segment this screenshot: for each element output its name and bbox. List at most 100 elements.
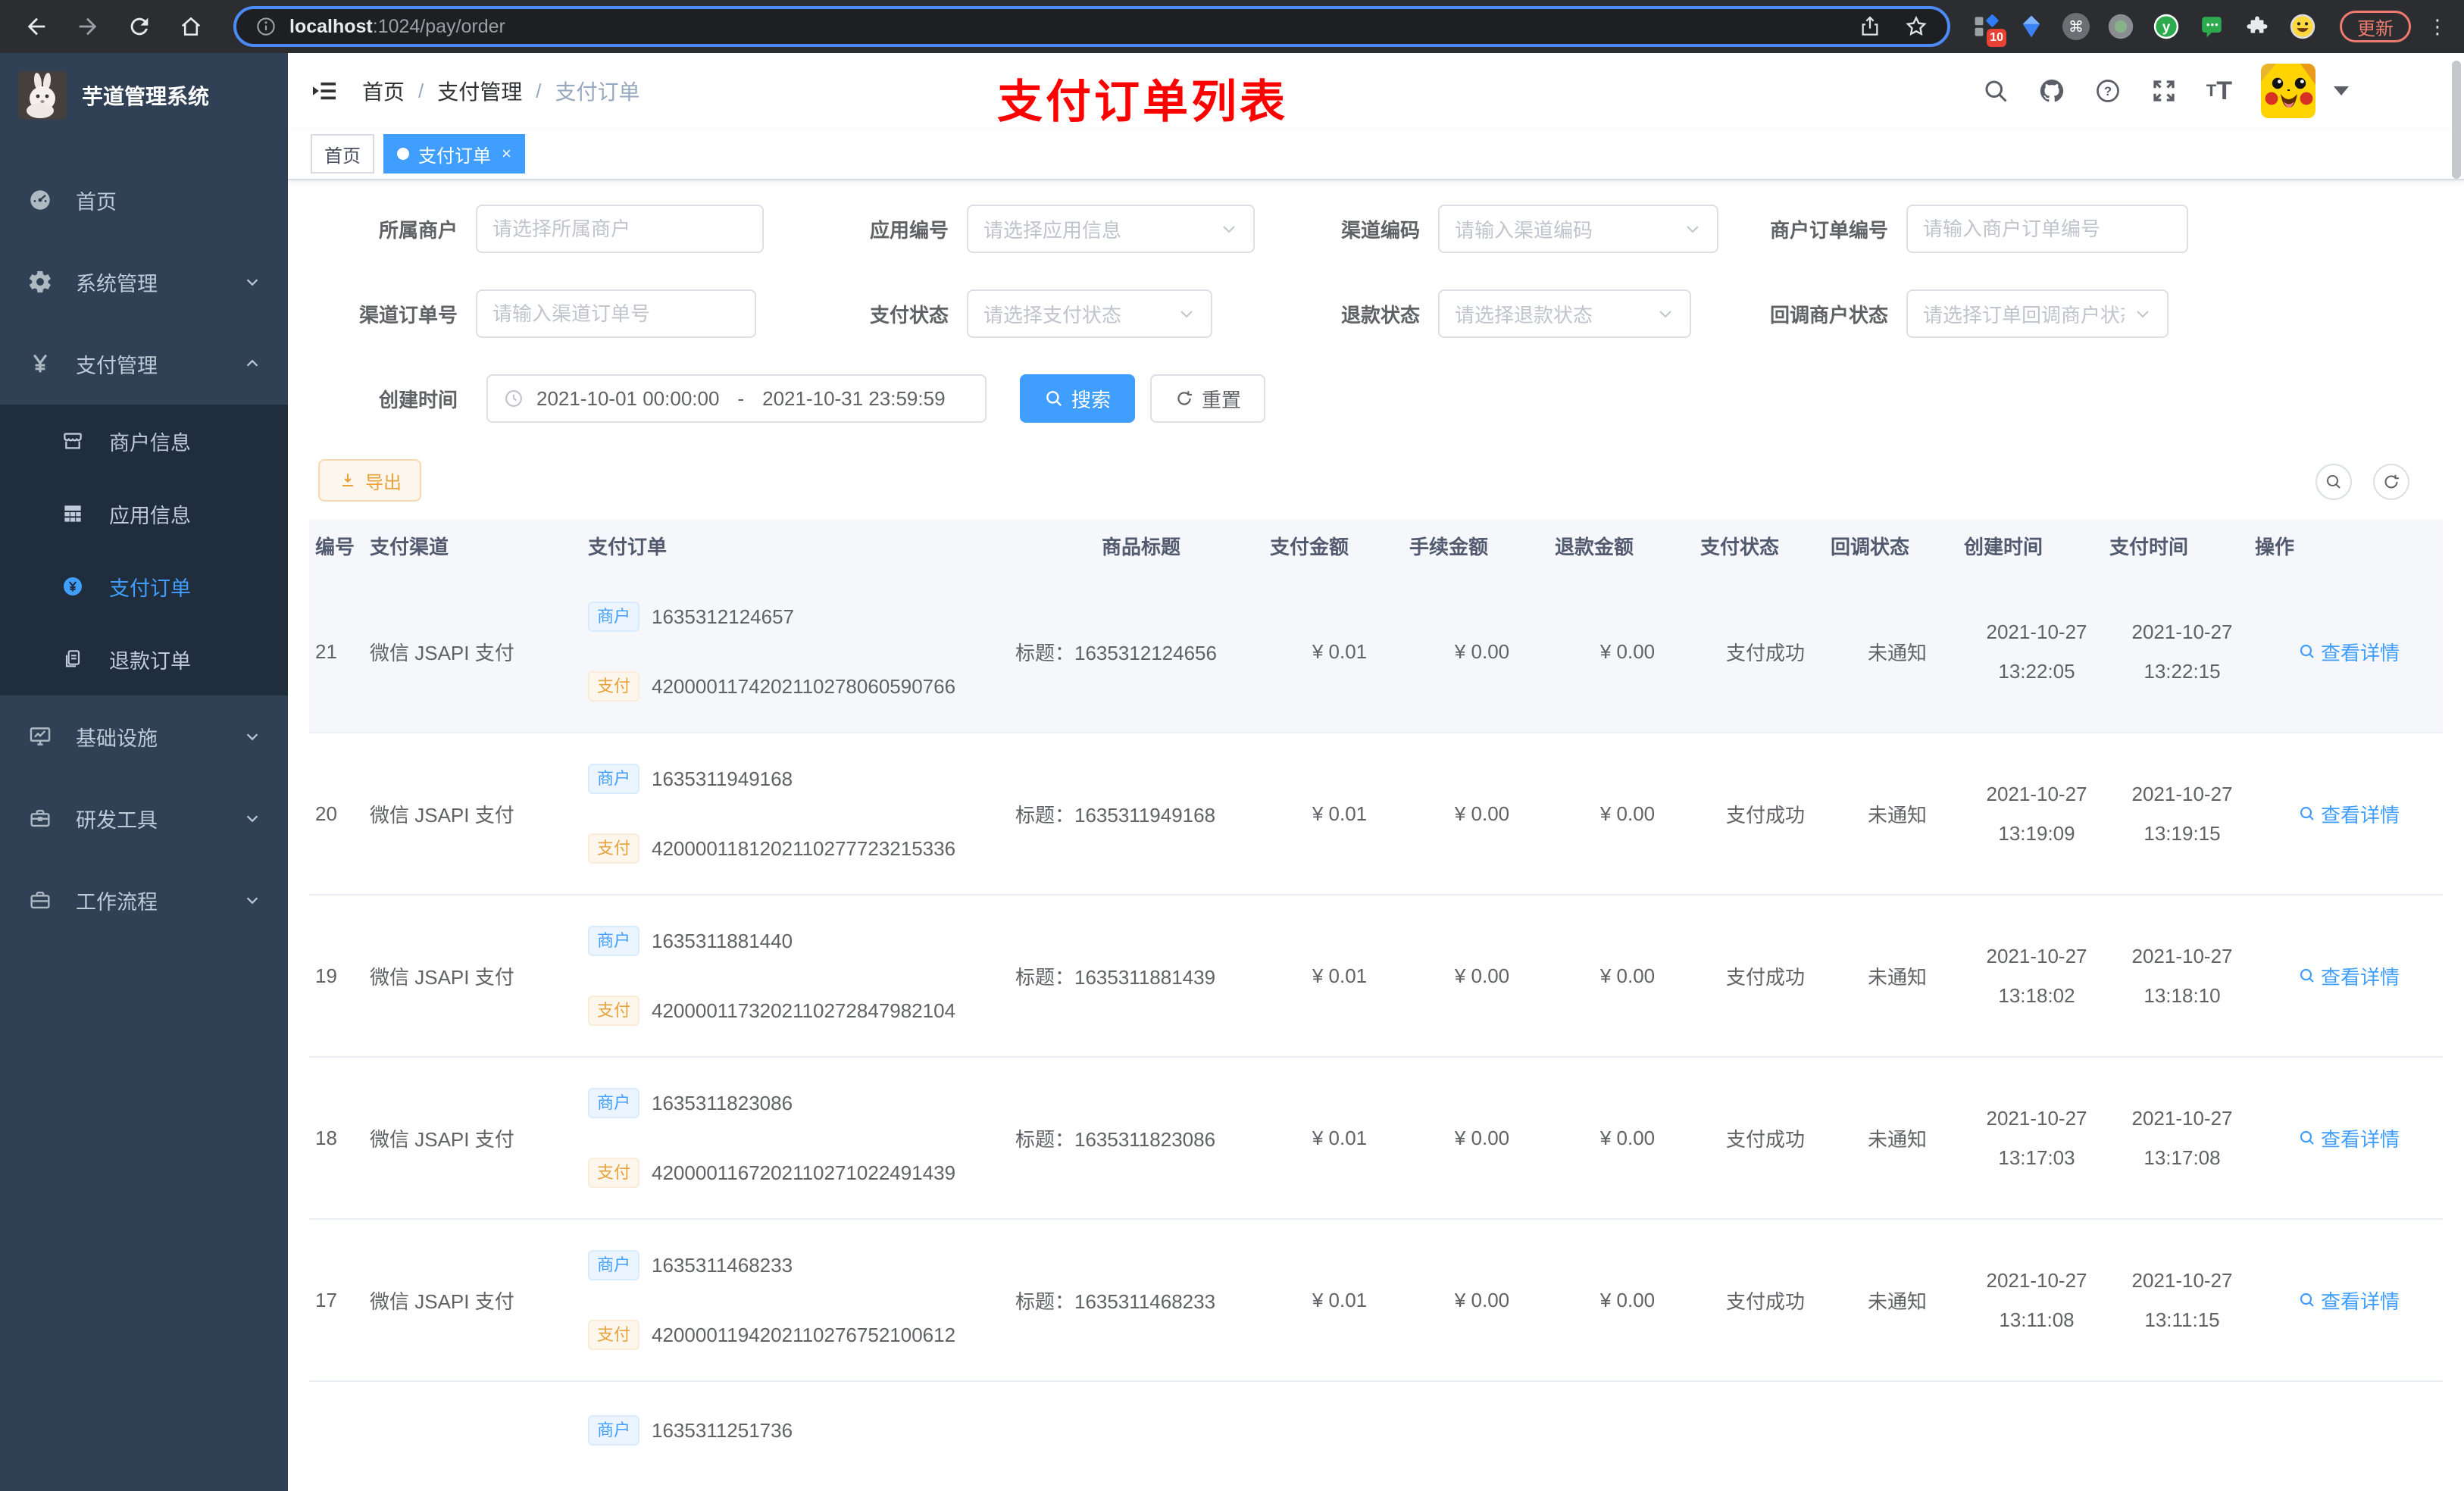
browser-reload-button[interactable]	[118, 5, 161, 48]
table-refresh-button[interactable]	[2373, 464, 2409, 500]
header-search-icon[interactable]	[1982, 77, 2009, 105]
browser-menu-icon[interactable]: ⋮	[2428, 17, 2447, 36]
view-detail-link[interactable]: 查看详情	[2298, 800, 2400, 828]
view-detail-link[interactable]: 查看详情	[2298, 638, 2400, 666]
extension-record-icon[interactable]	[2106, 12, 2135, 41]
search-button[interactable]: 搜索	[1020, 374, 1136, 423]
extension-kite-icon[interactable]	[2017, 12, 2046, 41]
tab-close-icon[interactable]: ×	[502, 145, 511, 162]
page-scrollbar[interactable]	[2452, 61, 2461, 179]
extensions-puzzle-icon[interactable]	[2243, 12, 2272, 41]
font-size-icon[interactable]: TT	[2206, 78, 2232, 104]
cell-actions: 查看详情	[2255, 733, 2443, 894]
sidebar-item-refund-order[interactable]: 退款订单	[0, 623, 288, 695]
breadcrumb-home[interactable]: 首页	[362, 76, 405, 106]
col-header-refund: 退款金额	[1555, 535, 1634, 558]
sidebar-item-infrastructure[interactable]: 基础设施	[0, 695, 288, 777]
pay-order-line: 支付 4200001167202110271022491439	[588, 1158, 1012, 1188]
extension-badge: 10	[1987, 29, 2006, 47]
callback-status-select[interactable]: 请选择订单回调商户状态	[1906, 289, 2169, 338]
view-detail-link[interactable]: 查看详情	[2298, 962, 2400, 990]
fullscreen-icon[interactable]	[2150, 77, 2178, 105]
extension-collection-icon[interactable]: 10	[1972, 12, 2006, 47]
export-button[interactable]: 导出	[318, 459, 421, 502]
browser-forward-button[interactable]	[67, 5, 109, 48]
col-header-pay-status: 支付状态	[1700, 535, 1780, 558]
search-icon	[1046, 391, 1062, 407]
extension-emoji-icon[interactable]	[2288, 12, 2317, 41]
tab-pay-order[interactable]: 支付订单 ×	[383, 134, 525, 173]
pay-tag: 支付	[588, 1320, 640, 1350]
create-time-range-picker[interactable]: 2021-10-01 00:00:00 - 2021-10-31 23:59:5…	[486, 374, 987, 423]
cell-id: 20	[315, 802, 337, 825]
filter-merchant: 所属商户	[303, 205, 764, 253]
sidebar-item-payment[interactable]: 支付管理	[0, 323, 288, 405]
breadcrumb-separator: /	[418, 79, 424, 102]
avatar-caret-icon[interactable]	[2334, 86, 2349, 95]
view-detail-link[interactable]: 查看详情	[2298, 1286, 2400, 1314]
sidebar-item-home[interactable]: 首页	[0, 159, 288, 241]
merchant-order-line: 商户 1635312124657	[588, 602, 1012, 632]
sidebar-item-merchant-info[interactable]: 商户信息	[0, 405, 288, 477]
grid-icon	[61, 502, 100, 526]
cell-pay-status: 支付成功	[1725, 641, 1805, 664]
extension-y-icon[interactable]: y	[2152, 12, 2181, 41]
merchant-tag: 商户	[588, 602, 640, 632]
search-actions: 搜索 重置	[1020, 374, 1266, 423]
sidebar-logo[interactable]: 芋道管理系统	[0, 53, 288, 138]
merchant-order-no-input[interactable]	[1906, 205, 2188, 253]
filter-channel-code: 渠道编码 请输入渠道编码	[1258, 205, 1718, 253]
app-no-select[interactable]: 请选择应用信息	[967, 205, 1255, 253]
sidebar-collapse-icon[interactable]	[288, 77, 353, 105]
breadcrumb-pay-management[interactable]: 支付管理	[437, 76, 522, 106]
sidebar-item-pay-order[interactable]: 支付订单	[0, 550, 288, 623]
sidebar-item-label: 支付订单	[109, 577, 191, 600]
sidebar-item-workflow[interactable]: 工作流程	[0, 859, 288, 941]
table-row: 20 微信 JSAPI 支付 商户 1635311949168 支付 42000…	[309, 733, 2443, 896]
cell-paid-time	[2109, 1382, 2255, 1489]
site-info-icon[interactable]	[255, 15, 277, 38]
browser-update-button[interactable]: 更新	[2340, 11, 2411, 42]
browser-back-button[interactable]	[15, 5, 58, 48]
table-row: 17 微信 JSAPI 支付 商户 1635311468233 支付 42000…	[309, 1220, 2443, 1382]
pay-status-select[interactable]: 请选择支付状态	[967, 289, 1212, 338]
cell-created-time: 2021-10-27 13:17:03	[1986, 1107, 2087, 1169]
bookmark-star-icon[interactable]	[1903, 14, 1929, 39]
chevron-down-icon	[1659, 311, 1671, 318]
view-detail-link[interactable]: 查看详情	[2298, 1124, 2400, 1152]
breadcrumb-current: 支付订单	[555, 80, 640, 104]
cell-refund: ¥ 0.00	[1599, 1126, 1656, 1149]
sidebar-item-app-info[interactable]: 应用信息	[0, 477, 288, 550]
tab-home[interactable]: 首页	[311, 134, 374, 173]
sidebar-item-dev-tools[interactable]: 研发工具	[0, 777, 288, 859]
table-header-row: 编号 支付渠道 支付订单 商品标题 支付金额 手续金额 退款金额 支付状态 回调…	[309, 520, 2443, 571]
chevron-down-icon	[1223, 226, 1235, 233]
cell-fee: ¥ 0.00	[1454, 802, 1510, 825]
chevron-up-icon	[246, 359, 258, 367]
table-row: 19 微信 JSAPI 支付 商户 1635311881440 支付 42000…	[309, 896, 2443, 1058]
chevron-down-icon	[246, 279, 258, 286]
cell-title: 标题：1635311468233	[1015, 1289, 1216, 1313]
channel-order-no-input[interactable]	[476, 289, 756, 338]
merchant-order-number: 1635311823086	[652, 1091, 793, 1114]
clock-icon	[505, 390, 522, 407]
channel-code-select[interactable]: 请输入渠道编码	[1438, 205, 1718, 253]
col-header-amount: 支付金额	[1270, 535, 1349, 558]
share-icon[interactable]	[1858, 14, 1882, 39]
user-avatar[interactable]	[2261, 64, 2315, 118]
address-bar[interactable]: localhost:1024/pay/order	[233, 6, 1950, 47]
table-search-toggle-button[interactable]	[2315, 464, 2352, 500]
reset-button[interactable]: 重置	[1150, 374, 1266, 423]
sidebar-item-system[interactable]: 系统管理	[0, 241, 288, 323]
cell-order-no: 商户 1635311949168 支付 42000011812021102777…	[558, 733, 1012, 894]
help-icon[interactable]: ?	[2094, 77, 2122, 105]
page-content: 所属商户 应用编号 请选择应用信息 渠道编码 请输入渠道编码	[288, 180, 2464, 1491]
cell-title: 标题：1635311949168	[1015, 803, 1216, 827]
github-icon[interactable]	[2038, 77, 2065, 105]
extension-command-icon[interactable]: ⌘	[2062, 13, 2090, 40]
extension-chat-icon[interactable]	[2197, 12, 2226, 41]
merchant-input[interactable]	[476, 205, 764, 253]
refund-status-select[interactable]: 请选择退款状态	[1438, 289, 1691, 338]
browser-home-button[interactable]	[170, 5, 212, 48]
cell-created-time: 2021-10-27 13:11:08	[1986, 1269, 2087, 1331]
